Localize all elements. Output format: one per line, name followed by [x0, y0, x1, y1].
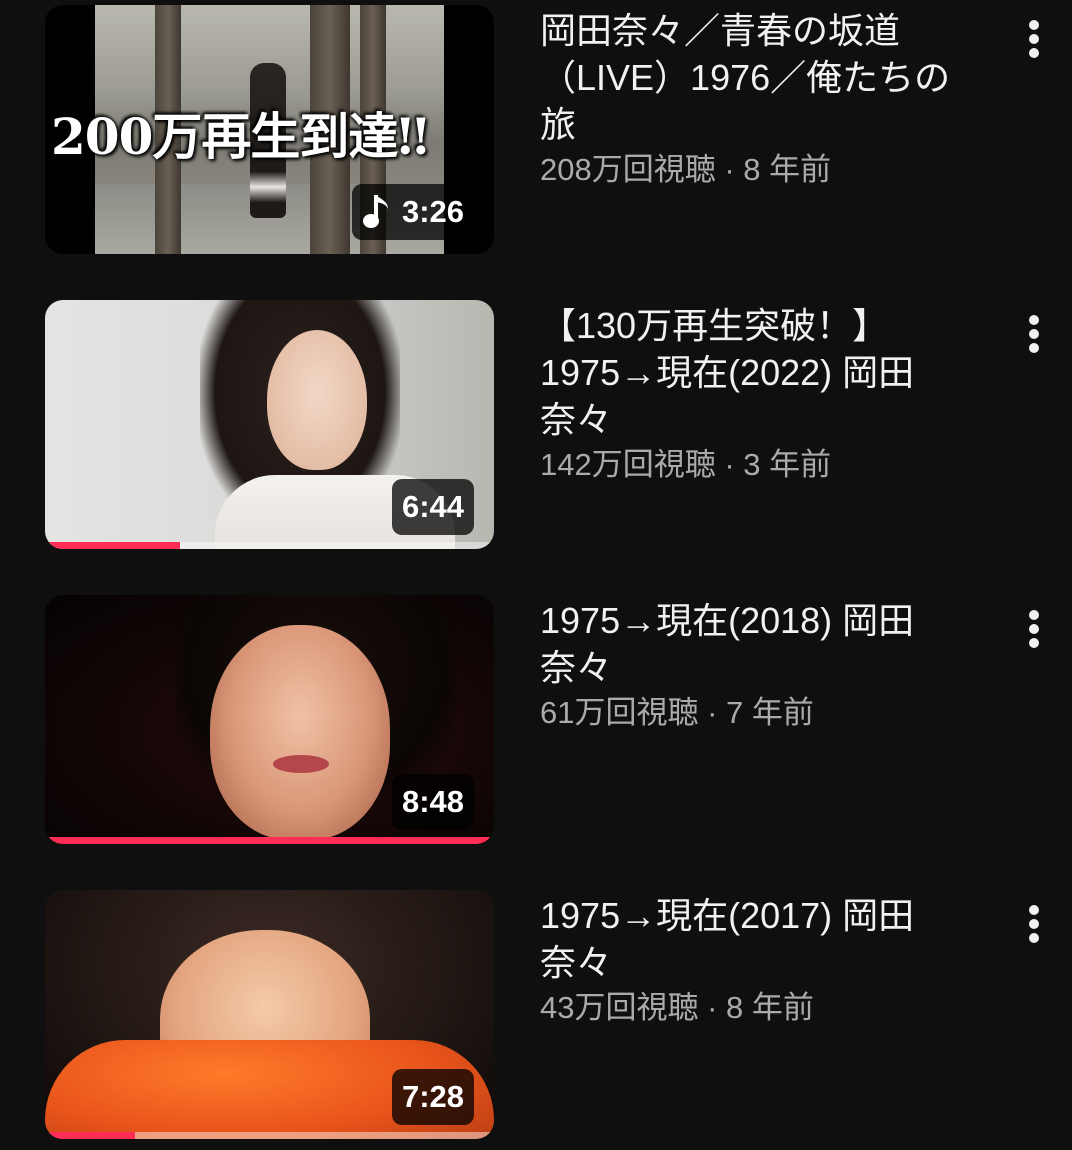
more-vert-icon: [1029, 315, 1039, 353]
video-item[interactable]: 200万再生到達‼ 3:26 岡田奈々／青春の坂道 （LIVE）1976／俺たち…: [0, 5, 1072, 265]
watch-progress-bar: [45, 542, 494, 549]
more-options-button[interactable]: [1012, 896, 1056, 952]
video-item[interactable]: 8:48 1975→現在(2018) 岡田 奈々 61万回視聴 · 7 年前: [0, 595, 1072, 855]
video-stats: 142万回視聴 · 3 年前: [540, 443, 1000, 487]
more-options-button[interactable]: [1012, 601, 1056, 657]
duration-text: 6:44: [401, 489, 464, 524]
video-item[interactable]: 6:44 【130万再生突破！】 1975→現在(2022) 岡田 奈々 142…: [0, 300, 1072, 560]
upload-age: 8 年前: [726, 990, 814, 1025]
upload-age: 8 年前: [743, 152, 832, 187]
more-options-button[interactable]: [1012, 306, 1056, 362]
video-stats: 43万回視聴 · 8 年前: [540, 986, 1000, 1030]
watch-progress-fill: [45, 1132, 135, 1139]
thumbnail-overlay-text: 200万再生到達‼: [51, 107, 429, 166]
music-note-icon: [362, 193, 392, 231]
video-title[interactable]: 岡田奈々／青春の坂道 （LIVE）1976／俺たちの 旅: [540, 7, 1000, 148]
view-count: 61万回視聴: [540, 695, 699, 730]
video-thumbnail[interactable]: 8:48: [45, 595, 494, 844]
separator: ·: [698, 695, 727, 730]
upload-age: 7 年前: [726, 695, 814, 730]
video-meta: 【130万再生突破！】 1975→現在(2022) 岡田 奈々 142万回視聴 …: [540, 302, 1000, 487]
watch-progress-fill: [45, 837, 494, 844]
upload-age: 3 年前: [743, 447, 832, 482]
video-item[interactable]: 7:28 1975→現在(2017) 岡田 奈々 43万回視聴 · 8 年前: [0, 890, 1072, 1150]
video-meta: 1975→現在(2017) 岡田 奈々 43万回視聴 · 8 年前: [540, 892, 1000, 1030]
watch-progress-bar: [45, 1132, 494, 1139]
video-thumbnail[interactable]: 6:44: [45, 300, 494, 549]
more-vert-icon: [1029, 610, 1039, 648]
duration-badge: 6:44: [391, 479, 474, 535]
video-thumbnail[interactable]: 200万再生到達‼ 3:26: [45, 5, 494, 254]
watch-progress-bar: [45, 837, 494, 844]
view-count: 142万回視聴: [540, 447, 716, 482]
video-title[interactable]: 1975→現在(2018) 岡田 奈々: [540, 597, 1000, 691]
separator: ·: [698, 990, 727, 1025]
separator: ·: [715, 447, 744, 482]
video-stats: 61万回視聴 · 7 年前: [540, 691, 1000, 735]
view-count: 208万回視聴: [540, 152, 716, 187]
separator: ·: [715, 152, 744, 187]
video-list: 200万再生到達‼ 3:26 岡田奈々／青春の坂道 （LIVE）1976／俺たち…: [0, 0, 1072, 1140]
video-thumbnail[interactable]: 7:28: [45, 890, 494, 1139]
video-meta: 岡田奈々／青春の坂道 （LIVE）1976／俺たちの 旅 208万回視聴 · 8…: [540, 7, 1000, 192]
video-meta: 1975→現在(2018) 岡田 奈々 61万回視聴 · 7 年前: [540, 597, 1000, 735]
duration-badge: 7:28: [391, 1069, 474, 1125]
video-title[interactable]: 【130万再生突破！】 1975→現在(2022) 岡田 奈々: [540, 302, 1000, 443]
watch-progress-fill: [45, 542, 180, 549]
duration-text: 7:28: [401, 1079, 464, 1114]
more-options-button[interactable]: [1012, 11, 1056, 67]
duration-badge: 8:48: [391, 774, 474, 830]
duration-badge: 3:26: [351, 184, 474, 240]
more-vert-icon: [1029, 905, 1039, 943]
video-title[interactable]: 1975→現在(2017) 岡田 奈々: [540, 892, 1000, 986]
duration-text: 8:48: [401, 784, 464, 819]
view-count: 43万回視聴: [540, 990, 699, 1025]
video-stats: 208万回視聴 · 8 年前: [540, 148, 1000, 192]
duration-text: 3:26: [401, 194, 464, 229]
more-vert-icon: [1029, 20, 1039, 58]
